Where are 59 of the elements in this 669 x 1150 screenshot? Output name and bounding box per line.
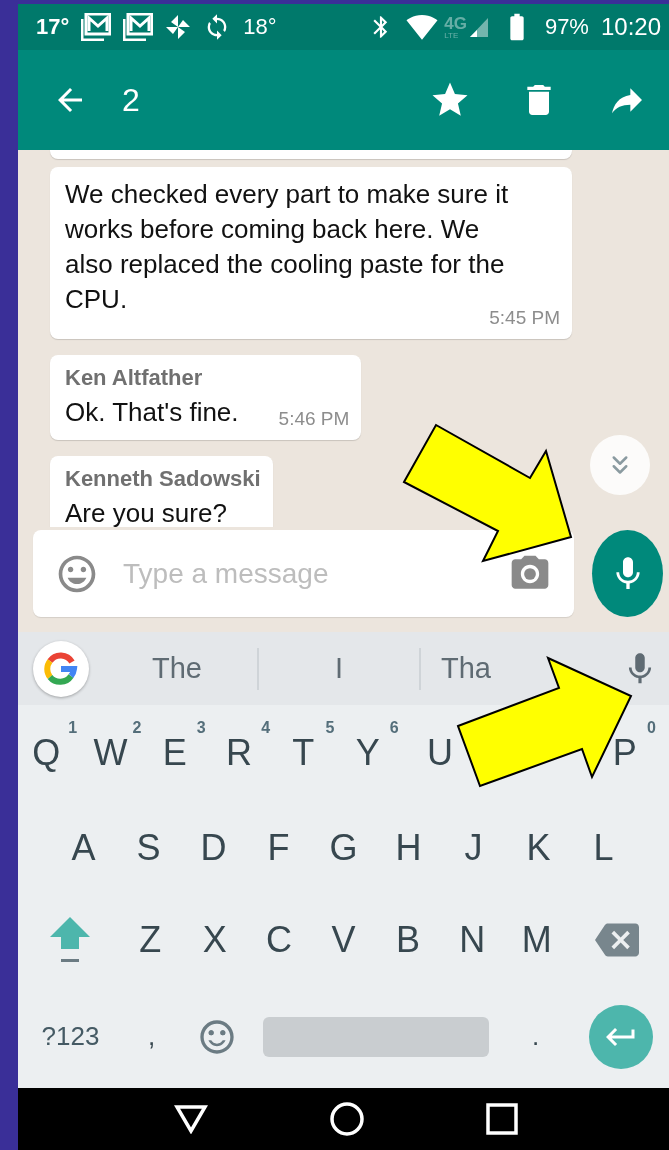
key-hint: 0 xyxy=(646,719,656,737)
network-text: LTE xyxy=(444,31,460,40)
suggestion[interactable]: I xyxy=(334,647,344,690)
weather-text: 18° xyxy=(243,14,277,40)
keyboard-key[interactable]: Y 6 xyxy=(352,705,399,800)
temperature-text: 17° xyxy=(36,14,70,40)
message-text: Are you sure? xyxy=(65,497,227,527)
keyboard-key[interactable]: L xyxy=(588,800,619,895)
message-text: Ok. That's fine. xyxy=(65,396,239,429)
keyboard-key[interactable]: C xyxy=(264,895,295,985)
keyboard-key[interactable]: J xyxy=(458,800,489,895)
clock-text: 10:20 xyxy=(600,13,661,41)
keyboard-key[interactable]: . xyxy=(503,985,568,1088)
suggestion[interactable]: The xyxy=(152,647,202,690)
battery-text: 97% xyxy=(544,14,589,40)
message-field[interactable]: Type a message xyxy=(33,530,574,617)
key-hint: 2 xyxy=(132,719,142,737)
keyboard-key[interactable]: Q 1 xyxy=(31,705,78,800)
keyboard-key[interactable]: K xyxy=(523,800,554,895)
home-nav-button[interactable] xyxy=(330,1102,364,1136)
keyboard-key[interactable]: F xyxy=(263,800,294,895)
keyboard-key[interactable]: V xyxy=(328,895,359,985)
key-hint: 5 xyxy=(325,719,335,737)
mail-icon xyxy=(123,13,154,41)
message-time: 5:46 PM xyxy=(278,408,350,430)
selected-count: 2 xyxy=(122,81,141,119)
recents-nav-button[interactable] xyxy=(486,1103,518,1135)
suggestion[interactable]: Tha xyxy=(441,647,491,690)
shift-arrow-icon xyxy=(48,915,92,965)
keyboard-key[interactable]: Z xyxy=(135,895,166,985)
keyboard-key[interactable]: X xyxy=(199,895,230,985)
keyboard-key[interactable]: M xyxy=(521,895,552,985)
keyboard-key[interactable]: , xyxy=(119,985,184,1088)
pinwheel-icon xyxy=(165,14,192,40)
keyboard-key[interactable]: H xyxy=(393,800,424,895)
keyboard-key[interactable]: D xyxy=(198,800,229,895)
keyboard-key[interactable]: ?123 xyxy=(22,985,119,1088)
back-nav-button[interactable] xyxy=(174,1104,208,1134)
keyboard-key[interactable]: W 2 xyxy=(95,705,142,800)
keyboard-key[interactable]: A xyxy=(68,800,99,895)
keyboard-key[interactable]: R 4 xyxy=(224,705,271,800)
keyboard-key[interactable]: T 5 xyxy=(288,705,335,800)
key-hint: 1 xyxy=(68,719,78,737)
keyboard-key[interactable]: G xyxy=(328,800,359,895)
key-hint: 4 xyxy=(261,719,271,737)
keyboard-key[interactable]: U xyxy=(424,705,455,800)
keyboard-key[interactable]: S xyxy=(133,800,164,895)
key-hint: 6 xyxy=(389,719,399,737)
keyboard-key[interactable]: P 0 xyxy=(609,705,656,800)
sender-name: Ken Altfather xyxy=(65,365,204,391)
sender-name: Kenneth Sadowski xyxy=(65,466,261,492)
keyboard-key[interactable]: E 3 xyxy=(159,705,206,800)
keyboard-key[interactable]: B xyxy=(392,895,423,985)
network-text: 4G xyxy=(444,14,467,32)
mail-icon xyxy=(81,13,112,41)
key-hint: 3 xyxy=(196,719,206,737)
signal-icon xyxy=(468,16,489,38)
google-logo[interactable] xyxy=(33,640,89,697)
keyboard-key[interactable]: N xyxy=(457,895,488,985)
